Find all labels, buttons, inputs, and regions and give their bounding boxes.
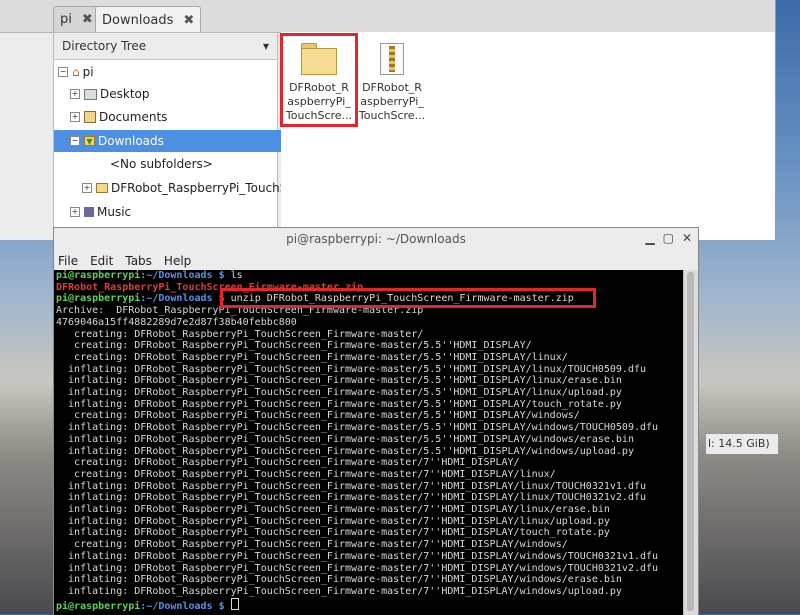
unzip-output: creating: DFRobot_RaspberryPi_TouchScree… — [54, 329, 686, 598]
minimize-icon[interactable]: ▁ — [645, 231, 654, 245]
expander-icon[interactable]: − — [58, 67, 68, 77]
expander-icon[interactable]: + — [70, 207, 80, 217]
expander-icon[interactable]: − — [70, 136, 80, 146]
terminal-output[interactable]: pi@raspberrypi:~/Downloads $ ls DFRobot_… — [54, 270, 686, 615]
music-folder-icon — [84, 207, 94, 217]
terminal-title: pi@raspberrypi: ~/Downloads — [286, 232, 466, 246]
expander-icon[interactable]: + — [82, 183, 92, 193]
menu-tabs[interactable]: Tabs — [125, 254, 152, 268]
downloads-folder-icon: ▼ — [84, 136, 95, 146]
terminal-line: inflating: DFRobot_RaspberryPi_TouchScre… — [56, 562, 659, 574]
tree-item-pi[interactable]: − ⌂ pi — [54, 61, 281, 83]
terminal-line: inflating: DFRobot_RaspberryPi_TouchScre… — [56, 504, 610, 516]
tree-item-documents[interactable]: + Documents — [54, 106, 293, 128]
terminal-line: creating: DFRobot_RaspberryPi_TouchScree… — [56, 468, 556, 480]
close-icon[interactable]: ✕ — [682, 231, 692, 245]
tree-item-desktop[interactable]: + Desktop — [54, 83, 293, 105]
maximize-icon[interactable]: ▢ — [663, 231, 674, 245]
tab-pi[interactable]: pi ✖ — [53, 6, 100, 32]
file-name-line: DFRobot_R — [362, 81, 422, 94]
tree-item-label: <No subfolders> — [110, 157, 213, 171]
menu-file[interactable]: File — [58, 254, 78, 268]
home-folder-icon: ⌂ — [72, 65, 80, 79]
tree-item-label: Desktop — [100, 87, 150, 101]
tree-item-music[interactable]: + Music — [54, 201, 293, 223]
tree-item-label: DFRobot_RaspberryPi_TouchSc — [111, 181, 294, 195]
file-manager-window: pi ✖ Downloads ✖ Directory Tree ▾ − ⌂ pi… — [0, 0, 776, 240]
expander-icon[interactable]: + — [70, 89, 80, 99]
terminal-line: inflating: DFRobot_RaspberryPi_TouchScre… — [56, 585, 622, 597]
close-icon[interactable]: ✖ — [183, 13, 194, 28]
desktop-folder-icon — [84, 88, 97, 100]
terminal-line: inflating: DFRobot_RaspberryPi_TouchScre… — [56, 527, 610, 539]
tree-item-label: Documents — [99, 110, 168, 124]
terminal-line: pi@raspberrypi:~/Downloads $ ls — [56, 270, 243, 281]
zip-archive-icon — [380, 43, 404, 75]
terminal-titlebar[interactable]: pi@raspberrypi: ~/Downloads ▁ ▢ ✕ — [54, 228, 698, 250]
tab-downloads[interactable]: Downloads ✖ — [95, 6, 202, 33]
terminal-line: creating: DFRobot_RaspberryPi_TouchScree… — [56, 410, 580, 422]
terminal-line: creating: DFRobot_RaspberryPi_TouchScree… — [56, 539, 568, 551]
terminal-line: inflating: DFRobot_RaspberryPi_TouchScre… — [56, 480, 647, 492]
terminal-scrollbar[interactable] — [683, 270, 698, 615]
terminal-line: inflating: DFRobot_RaspberryPi_TouchScre… — [56, 445, 634, 457]
terminal-line: inflating: DFRobot_RaspberryPi_TouchScre… — [56, 433, 634, 445]
directory-tree-title: Directory Tree — [62, 39, 147, 53]
file-name-line: aspberryPi_ — [360, 95, 424, 108]
tree-item-dfrobot-folder[interactable]: + DFRobot_RaspberryPi_TouchSc — [54, 177, 305, 199]
scrollbar-thumb[interactable] — [687, 272, 694, 611]
close-icon[interactable]: ✖ — [82, 12, 93, 27]
terminal-window: pi@raspberrypi: ~/Downloads ▁ ▢ ✕ File E… — [53, 227, 699, 615]
terminal-line: creating: DFRobot_RaspberryPi_TouchScree… — [56, 340, 532, 352]
highlight-box-folder — [280, 33, 358, 127]
tree-item-label: pi — [82, 65, 94, 79]
folder-icon — [96, 183, 108, 193]
terminal-line: creating: DFRobot_RaspberryPi_TouchScree… — [56, 328, 424, 340]
status-free-space: l: 14.5 GiB) — [706, 434, 778, 454]
menu-edit[interactable]: Edit — [90, 254, 113, 268]
terminal-line: inflating: DFRobot_RaspberryPi_TouchScre… — [56, 574, 622, 586]
tree-item-downloads[interactable]: − ▼ Downloads — [54, 130, 293, 152]
terminal-line: inflating: DFRobot_RaspberryPi_TouchScre… — [56, 492, 647, 504]
terminal-line: creating: DFRobot_RaspberryPi_TouchScree… — [56, 457, 520, 469]
tab-label: Downloads — [102, 12, 174, 28]
terminal-menubar: File Edit Tabs Help — [54, 250, 698, 272]
terminal-line: inflating: DFRobot_RaspberryPi_TouchScre… — [56, 387, 622, 399]
terminal-line: inflating: DFRobot_RaspberryPi_TouchScre… — [56, 375, 622, 387]
documents-folder-icon — [84, 111, 96, 123]
terminal-line: creating: DFRobot_RaspberryPi_TouchScree… — [56, 351, 568, 363]
terminal-line: inflating: DFRobot_RaspberryPi_TouchScre… — [56, 398, 622, 410]
highlight-box-command — [220, 288, 596, 308]
terminal-line: inflating: DFRobot_RaspberryPi_TouchScre… — [56, 363, 647, 375]
tab-bar: pi ✖ Downloads ✖ — [0, 0, 775, 33]
tree-item-label: Downloads — [98, 134, 164, 148]
terminal-line: pi@raspberrypi:~/Downloads $ — [54, 597, 686, 613]
terminal-line: 4769046a15ff4882289d7e2d87f38b40febbc800 — [56, 316, 297, 328]
terminal-line: inflating: DFRobot_RaspberryPi_TouchScre… — [56, 550, 659, 562]
menu-help[interactable]: Help — [164, 254, 191, 268]
window-controls: ▁ ▢ ✕ — [645, 231, 692, 245]
terminal-line: inflating: DFRobot_RaspberryPi_TouchScre… — [56, 515, 610, 527]
file-name-line: TouchScre... — [358, 109, 426, 122]
file-item-zip[interactable]: DFRobot_R aspberryPi_ TouchScre... — [358, 37, 426, 123]
text-cursor — [230, 597, 239, 610]
terminal-line: inflating: DFRobot_RaspberryPi_TouchScre… — [56, 422, 659, 434]
tab-label: pi — [60, 12, 72, 27]
directory-tree: Directory Tree ▾ − ⌂ pi + Desktop + Docu… — [53, 32, 294, 240]
tree-item-label: Music — [97, 205, 132, 219]
directory-tree-header[interactable]: Directory Tree ▾ — [54, 33, 277, 60]
chevron-down-icon[interactable]: ▾ — [263, 39, 269, 53]
expander-icon[interactable]: + — [70, 112, 80, 122]
